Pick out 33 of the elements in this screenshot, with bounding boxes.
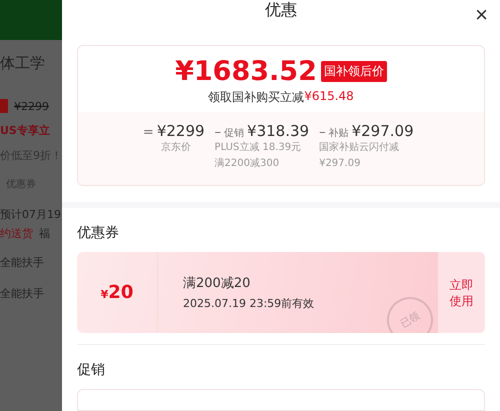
price-note: 京东价 bbox=[160, 140, 192, 155]
use-button[interactable]: 立即使用 bbox=[438, 252, 485, 334]
coupon-value: ¥20 bbox=[100, 282, 134, 304]
price-note: 国家补贴云闪付减¥297.09 bbox=[319, 140, 400, 171]
price-amount: ¥318.39 bbox=[247, 122, 310, 140]
operator-sign: – bbox=[319, 125, 326, 140]
final-price: ¥1683.52 bbox=[175, 56, 317, 87]
section-heading: 优惠券 bbox=[76, 224, 120, 244]
price-note: PLUS立减 18.39元 bbox=[214, 140, 302, 155]
delivery-extra: 福 bbox=[39, 226, 50, 241]
sheet-title: 优惠 bbox=[265, 0, 297, 21]
section-heading: 促销 bbox=[76, 361, 106, 380]
saving-label: 领取国补购买立减 bbox=[208, 89, 304, 106]
product-title: 体工学 bbox=[0, 53, 46, 74]
plus-text: US专享立 bbox=[0, 123, 51, 139]
price-badge: 国补领后价 bbox=[320, 61, 387, 82]
price-amount: ¥2299 bbox=[156, 122, 205, 140]
saving-amount: ¥615.48 bbox=[304, 89, 354, 105]
delivery-note: 约送货 bbox=[0, 226, 33, 241]
operator-sign: – bbox=[214, 125, 222, 140]
coupon-validity: 2025.07.19 23:59前有效 bbox=[183, 296, 316, 312]
old-price: ¥2299 bbox=[14, 100, 49, 112]
coupon-title: 满200减20 bbox=[183, 275, 252, 292]
operator-sign: = bbox=[142, 125, 154, 140]
header-bar bbox=[0, 0, 62, 40]
price-note: 满2200减300 bbox=[214, 156, 280, 171]
feature-text: 全能扶手 bbox=[0, 255, 45, 271]
price-amount: ¥297.09 bbox=[352, 122, 414, 140]
price-tag: 促销 bbox=[224, 126, 244, 140]
delivery-date: 预计07月19 bbox=[0, 207, 62, 223]
close-button[interactable]: × bbox=[475, 4, 488, 26]
price-tag: 补贴 bbox=[328, 126, 349, 140]
feature-text: 全能扶手 bbox=[0, 286, 45, 302]
